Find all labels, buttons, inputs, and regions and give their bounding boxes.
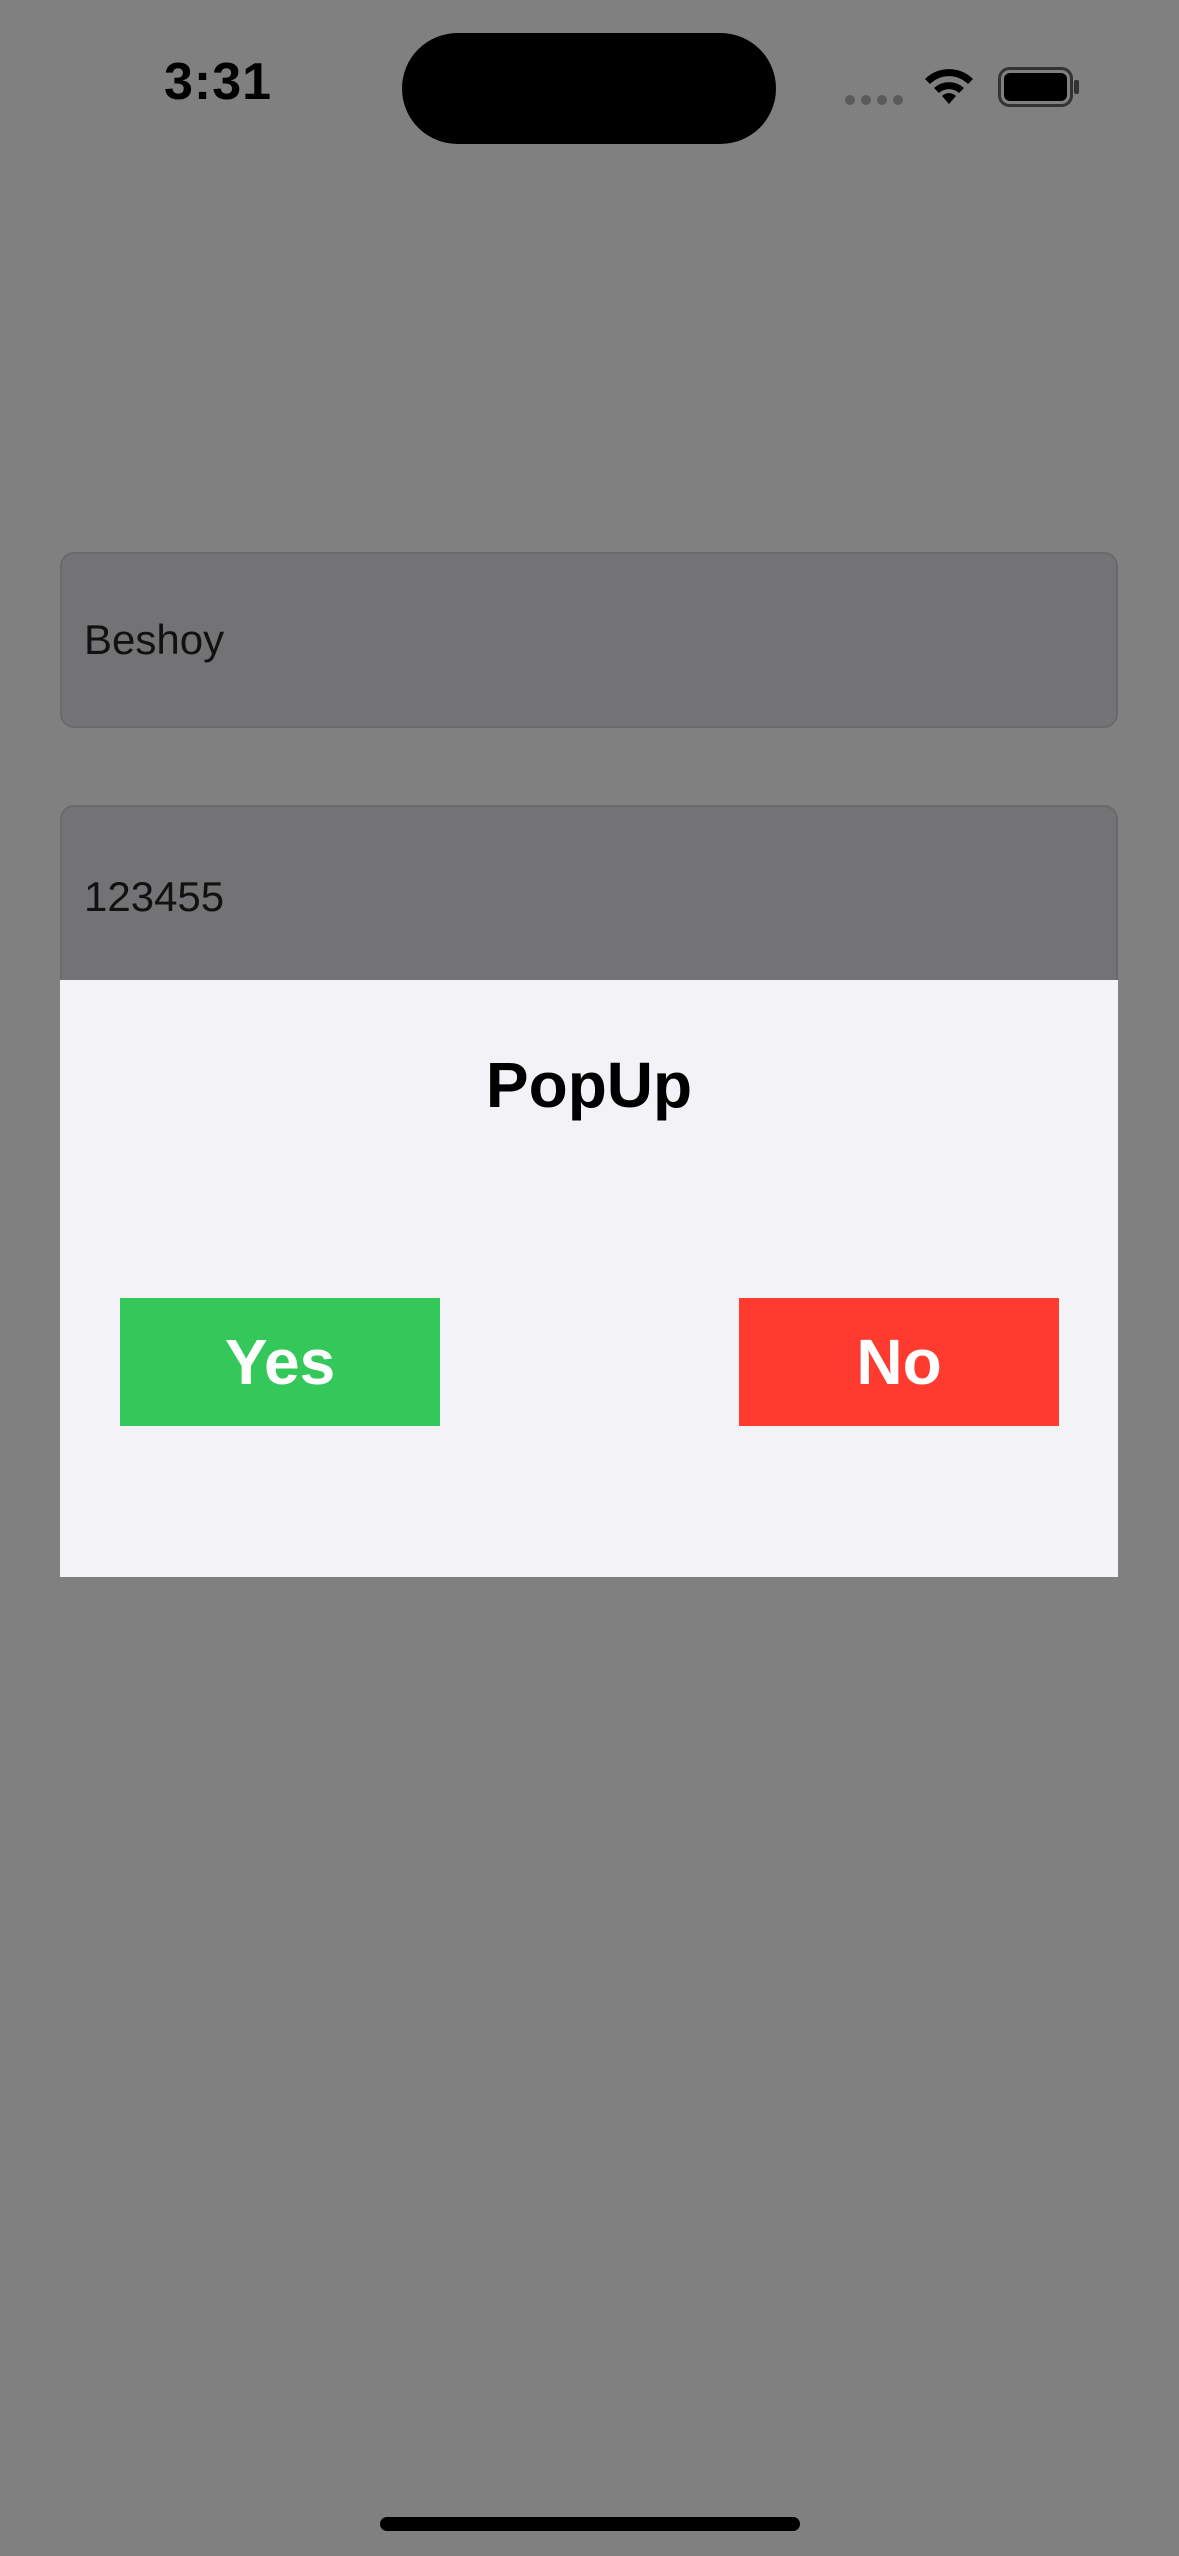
password-value: 123455 bbox=[84, 873, 225, 920]
status-bar-time: 3:31 bbox=[164, 53, 273, 111]
wifi-icon bbox=[925, 69, 973, 104]
battery-icon bbox=[998, 67, 1079, 107]
home-indicator[interactable] bbox=[380, 2517, 800, 2531]
no-button[interactable]: No bbox=[739, 1298, 1059, 1426]
username-field[interactable]: Beshoy bbox=[60, 552, 1118, 728]
dynamic-island bbox=[402, 33, 776, 144]
username-value: Beshoy bbox=[84, 616, 225, 663]
popup-dialog: PopUp Yes No bbox=[60, 980, 1118, 1577]
password-field[interactable]: 123455 bbox=[60, 805, 1118, 995]
yes-button-label: Yes bbox=[224, 1326, 336, 1398]
yes-button[interactable]: Yes bbox=[120, 1298, 440, 1426]
no-button-label: No bbox=[856, 1326, 942, 1398]
signal-dots-icon bbox=[845, 95, 903, 105]
popup-title: PopUp bbox=[485, 1049, 693, 1121]
